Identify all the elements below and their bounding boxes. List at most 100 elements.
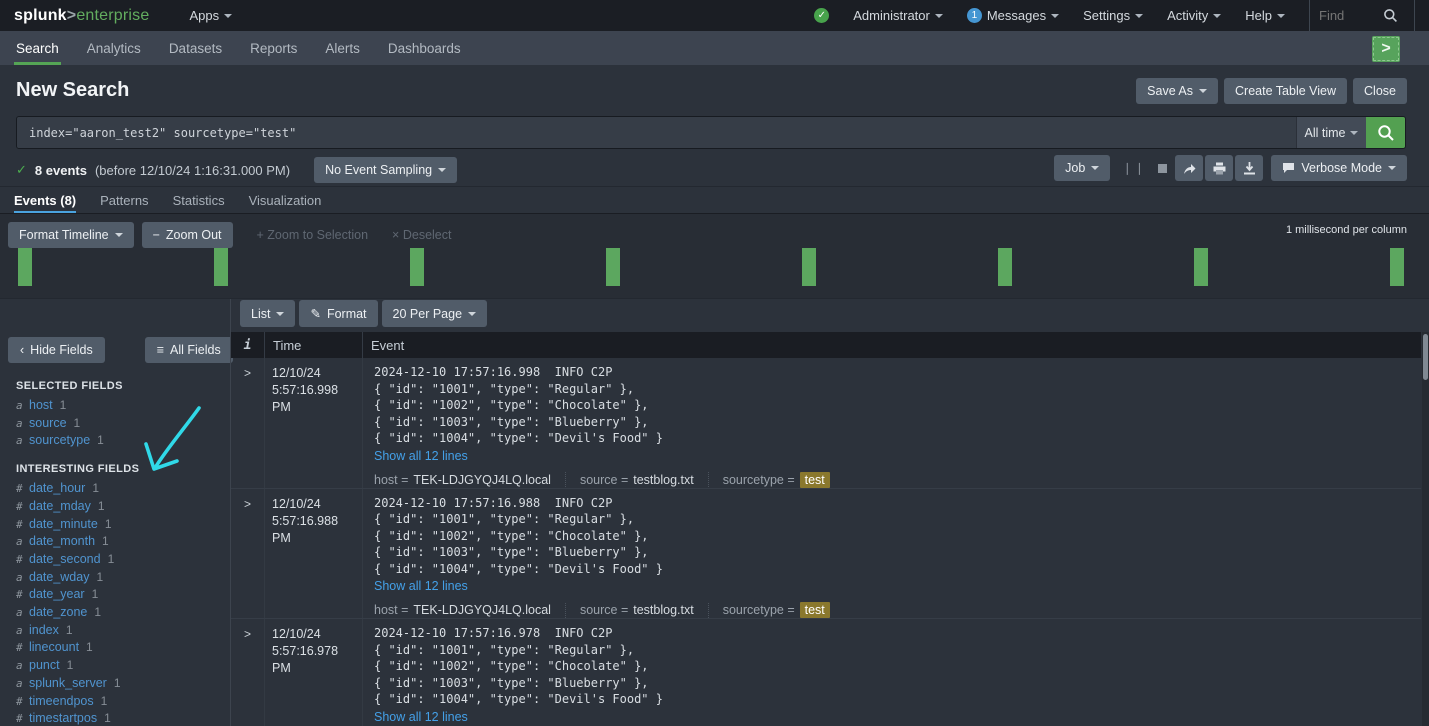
app-nav-item[interactable]: Reports bbox=[248, 31, 299, 65]
app-nav-item[interactable]: Datasets bbox=[167, 31, 224, 65]
expand-event-chevron-icon[interactable]: > bbox=[231, 358, 265, 488]
app-nav-item[interactable]: Alerts bbox=[323, 31, 362, 65]
timeline-bar[interactable] bbox=[410, 248, 424, 286]
find-input[interactable] bbox=[1319, 8, 1383, 23]
zoom-out-button[interactable]: − Zoom Out bbox=[142, 222, 233, 248]
activity-menu[interactable]: Activity bbox=[1167, 8, 1221, 23]
field-item[interactable]: a punct 1 bbox=[16, 657, 226, 675]
app-nav-item[interactable]: Dashboards bbox=[386, 31, 463, 65]
stop-job-icon[interactable] bbox=[1158, 164, 1167, 173]
settings-menu[interactable]: Settings bbox=[1083, 8, 1143, 23]
splunk-logo[interactable]: splunk>enterprise bbox=[14, 7, 149, 25]
print-job-button[interactable] bbox=[1205, 155, 1233, 181]
save-as-button[interactable]: Save As bbox=[1136, 78, 1218, 104]
logo-text-splunk: splunk bbox=[14, 7, 67, 24]
source-value[interactable]: testblog.txt bbox=[633, 473, 693, 487]
app-nav-label: Reports bbox=[250, 41, 297, 56]
host-value[interactable]: TEK-LDJGYQJ4LQ.local bbox=[413, 473, 551, 487]
zoom-to-selection-button[interactable]: + Zoom to Selection bbox=[257, 228, 369, 242]
help-menu[interactable]: Help bbox=[1245, 8, 1285, 23]
results-tab[interactable]: Events (8) bbox=[14, 188, 76, 213]
expand-event-chevron-icon[interactable]: > bbox=[231, 489, 265, 619]
deselect-button[interactable]: × Deselect bbox=[392, 228, 451, 242]
field-item[interactable]: # date_mday 1 bbox=[16, 498, 226, 516]
format-results-button[interactable]: ✎ Format bbox=[299, 300, 377, 327]
help-label: Help bbox=[1245, 8, 1272, 23]
show-all-lines-link[interactable]: Show all 12 lines bbox=[374, 709, 468, 726]
field-item[interactable]: a date_wday 1 bbox=[16, 569, 226, 587]
timeline-bar[interactable] bbox=[1390, 248, 1404, 286]
timeline-bar[interactable] bbox=[998, 248, 1012, 286]
app-nav-item[interactable]: Analytics bbox=[85, 31, 143, 65]
timeline-bar[interactable] bbox=[606, 248, 620, 286]
field-item[interactable]: # date_hour 1 bbox=[16, 480, 226, 498]
field-item[interactable]: a index 1 bbox=[16, 622, 226, 640]
field-item[interactable]: # date_year 1 bbox=[16, 586, 226, 604]
splunk-chevron-button[interactable]: > bbox=[1372, 36, 1400, 62]
field-count: 1 bbox=[60, 397, 67, 414]
vertical-scrollbar[interactable] bbox=[1422, 332, 1429, 726]
field-count: 1 bbox=[74, 415, 81, 432]
field-item[interactable]: # linecount 1 bbox=[16, 639, 226, 657]
field-item[interactable]: a date_zone 1 bbox=[16, 604, 226, 622]
share-job-button[interactable] bbox=[1175, 155, 1203, 181]
events-table: i Time Event > 12/10/24 5:57:16.998 PM 2… bbox=[231, 332, 1421, 726]
expand-event-chevron-icon[interactable]: > bbox=[231, 619, 265, 726]
timeline-bar[interactable] bbox=[18, 248, 32, 286]
top-bar: splunk>enterprise Apps ✓ Administrator 1… bbox=[0, 0, 1429, 31]
run-search-button[interactable] bbox=[1366, 117, 1405, 148]
event-raw-line: { "id": "1004", "type": "Devil's Food" } bbox=[374, 561, 1411, 578]
all-fields-label: All Fields bbox=[170, 343, 221, 357]
field-item[interactable]: a splunk_server 1 bbox=[16, 675, 226, 693]
show-all-lines-link[interactable]: Show all 12 lines bbox=[374, 448, 468, 465]
app-nav-item[interactable]: Search bbox=[14, 31, 61, 65]
close-button[interactable]: Close bbox=[1353, 78, 1407, 104]
sourcetype-value-badge[interactable]: test bbox=[800, 602, 830, 618]
show-all-lines-link[interactable]: Show all 12 lines bbox=[374, 578, 468, 595]
field-item[interactable]: # timestartpos 1 bbox=[16, 710, 226, 726]
list-view-button[interactable]: List bbox=[240, 300, 295, 327]
results-tab[interactable]: Statistics bbox=[173, 188, 225, 213]
save-as-label: Save As bbox=[1147, 84, 1193, 98]
field-item[interactable]: a sourcetype 1 bbox=[16, 432, 226, 450]
field-type-icon: # bbox=[16, 481, 29, 498]
host-value[interactable]: TEK-LDJGYQJ4LQ.local bbox=[413, 603, 551, 617]
field-item[interactable]: a source 1 bbox=[16, 415, 226, 433]
field-item[interactable]: # timeendpos 1 bbox=[16, 693, 226, 711]
printer-icon bbox=[1213, 162, 1226, 175]
hide-fields-button[interactable]: ‹ Hide Fields bbox=[8, 337, 105, 363]
administrator-menu[interactable]: Administrator bbox=[853, 8, 943, 23]
event-row: > 12/10/24 5:57:16.978 PM 2024-12-10 17:… bbox=[231, 619, 1421, 726]
search-mode-button[interactable]: Verbose Mode bbox=[1271, 155, 1407, 181]
share-icon bbox=[1183, 162, 1196, 175]
format-timeline-button[interactable]: Format Timeline bbox=[8, 222, 134, 248]
sourcetype-value-badge[interactable]: test bbox=[800, 472, 830, 488]
field-item[interactable]: a host 1 bbox=[16, 397, 226, 415]
field-item[interactable]: # date_second 1 bbox=[16, 551, 226, 569]
event-time: 5:57:16.988 PM bbox=[272, 513, 358, 547]
pause-job-icon[interactable]: ❘❘ bbox=[1118, 161, 1150, 175]
per-page-button[interactable]: 20 Per Page bbox=[382, 300, 488, 327]
search-query-input[interactable] bbox=[29, 126, 1284, 140]
system-status-icon[interactable]: ✓ bbox=[814, 8, 829, 23]
field-type-icon: # bbox=[16, 587, 29, 604]
messages-menu[interactable]: 1 Messages bbox=[967, 8, 1059, 23]
apps-menu[interactable]: Apps bbox=[189, 8, 232, 23]
field-item[interactable]: # date_minute 1 bbox=[16, 516, 226, 534]
export-job-button[interactable] bbox=[1235, 155, 1263, 181]
scrollbar-thumb[interactable] bbox=[1423, 334, 1428, 380]
all-fields-button[interactable]: ≡ All Fields bbox=[145, 337, 233, 363]
per-page-label: 20 Per Page bbox=[393, 307, 463, 321]
job-menu-button[interactable]: Job bbox=[1054, 155, 1110, 181]
results-tab[interactable]: Visualization bbox=[249, 188, 322, 213]
results-tab[interactable]: Patterns bbox=[100, 188, 148, 213]
source-value[interactable]: testblog.txt bbox=[633, 603, 693, 617]
create-table-view-button[interactable]: Create Table View bbox=[1224, 78, 1347, 104]
timeline-bar[interactable] bbox=[214, 248, 228, 286]
administrator-label: Administrator bbox=[853, 8, 930, 23]
event-sampling-button[interactable]: No Event Sampling bbox=[314, 157, 457, 183]
field-item[interactable]: a date_month 1 bbox=[16, 533, 226, 551]
time-range-picker[interactable]: All time bbox=[1296, 117, 1366, 148]
timeline-bar[interactable] bbox=[802, 248, 816, 286]
timeline-bar[interactable] bbox=[1194, 248, 1208, 286]
